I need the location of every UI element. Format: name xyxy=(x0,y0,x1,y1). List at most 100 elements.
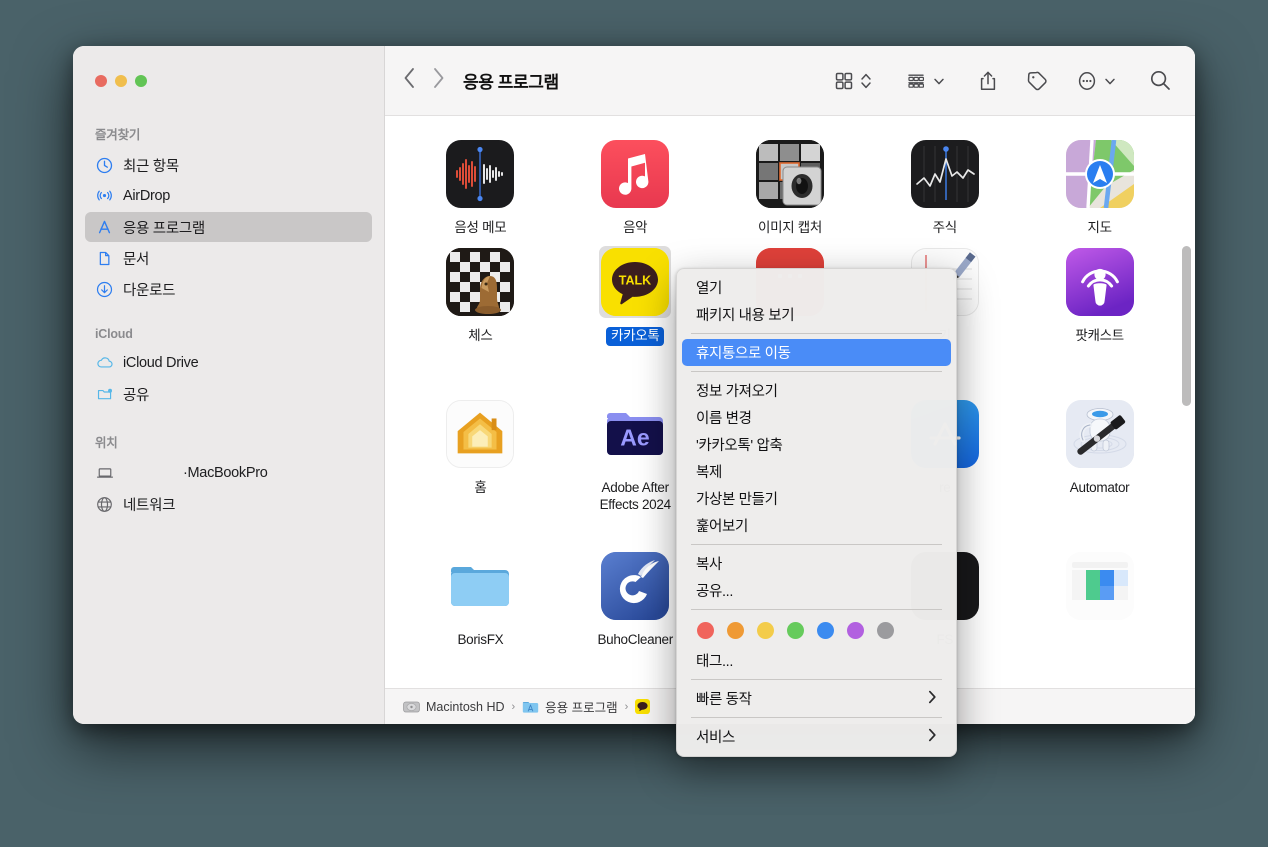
sidebar-item-icloud-drive[interactable]: iCloud Drive xyxy=(85,348,372,378)
path-item-applications[interactable]: 응용 프로그램 xyxy=(522,697,618,716)
file-label: Adobe After Effects 2024 xyxy=(599,480,672,512)
path-item-macintosh-hd[interactable]: Macintosh HD xyxy=(403,700,505,714)
icon-container xyxy=(1064,246,1136,318)
more-actions-icon[interactable] xyxy=(1075,69,1099,93)
menu-divider xyxy=(691,371,942,372)
search-icon[interactable] xyxy=(1148,68,1173,93)
sidebar-item-airdrop[interactable]: AirDrop xyxy=(85,181,372,211)
menu-item-label: 서비스 xyxy=(696,730,735,746)
menu-item-copy[interactable]: 복사 xyxy=(682,550,951,577)
menu-divider xyxy=(691,679,942,680)
file-item[interactable]: BorisFX xyxy=(403,542,558,688)
menu-item-compress[interactable]: '카카오톡' 압축 xyxy=(682,431,951,458)
share-icon[interactable] xyxy=(977,69,999,93)
sidebar-item-label: 다운로드 xyxy=(123,282,176,299)
finder-sidebar: 즐겨찾기 최근 항목 AirDrop 응용 프로그램 문서 다운로드 iClou… xyxy=(73,46,385,724)
group-by-control[interactable] xyxy=(904,70,945,92)
chess-app-icon xyxy=(446,248,515,316)
file-label: 홈 xyxy=(474,480,487,495)
sidebar-item-label: 네트워크 xyxy=(123,497,176,514)
file-label: BorisFX xyxy=(457,632,504,647)
sidebar-item-label: ·MacBookPro xyxy=(183,465,268,481)
sidebar-item-applications[interactable]: 응용 프로그램 xyxy=(85,212,372,242)
sidebar-item-label: 응용 프로그램 xyxy=(123,220,205,237)
chevron-updown-icon[interactable] xyxy=(860,70,872,92)
file-label: 주식 xyxy=(932,220,958,236)
sidebar-item-shared[interactable]: 공유 xyxy=(85,379,372,409)
menu-item-label: 훑어보기 xyxy=(696,519,748,535)
tag-color-gray[interactable] xyxy=(877,622,894,639)
sidebar-item-network[interactable]: 네트워크 xyxy=(85,489,372,519)
file-label: 지도 xyxy=(1087,220,1112,236)
file-item[interactable]: Automator xyxy=(1022,390,1177,542)
file-label: Automator xyxy=(1069,480,1130,495)
icon-container xyxy=(909,138,981,210)
menu-divider xyxy=(691,609,942,610)
menu-item-label: 공유... xyxy=(696,584,734,600)
group-by-icon[interactable] xyxy=(904,70,928,92)
file-item[interactable]: 음성 메모 xyxy=(403,116,558,238)
applications-icon xyxy=(95,218,114,237)
menu-item-quick-actions[interactable]: 빠른 동작 xyxy=(682,685,951,712)
menu-item-share[interactable]: 공유... xyxy=(682,577,951,604)
menu-item-quick-look[interactable]: 훑어보기 xyxy=(682,512,951,539)
menu-item-label: 가상본 만들기 xyxy=(696,492,778,508)
file-item[interactable]: 팟캐스트 xyxy=(1022,238,1177,390)
menu-item-make-alias[interactable]: 가상본 만들기 xyxy=(682,485,951,512)
menu-divider xyxy=(691,717,942,718)
path-item-kakaotalk[interactable] xyxy=(635,699,656,714)
svg-text:Ae: Ae xyxy=(620,425,649,451)
view-mode-control[interactable] xyxy=(833,70,872,92)
menu-item-label: 복제 xyxy=(696,465,722,481)
chevron-down-icon[interactable] xyxy=(1104,70,1116,92)
menu-item-get-info[interactable]: 정보 가져오기 xyxy=(682,377,951,404)
menu-item-label: 패키지 내용 보기 xyxy=(696,308,795,324)
window-title: 응용 프로그램 xyxy=(463,73,559,92)
file-item[interactable]: 체스 xyxy=(403,238,558,390)
tag-color-orange[interactable] xyxy=(727,622,744,639)
icon-container xyxy=(754,138,826,210)
menu-item-move-to-trash[interactable]: 휴지통으로 이동 xyxy=(682,339,951,366)
sidebar-item-recents[interactable]: 최근 항목 xyxy=(85,150,372,180)
automator-app-icon xyxy=(1065,400,1134,468)
minimize-button[interactable] xyxy=(115,75,127,87)
forward-button[interactable] xyxy=(432,67,445,94)
numbers-app-icon xyxy=(1065,552,1134,620)
icon-container xyxy=(444,398,516,470)
file-item[interactable]: 홈 xyxy=(403,390,558,542)
tag-color-yellow[interactable] xyxy=(757,622,774,639)
menu-item-services[interactable]: 서비스 xyxy=(682,723,951,750)
file-label: 음성 메모 xyxy=(454,220,507,236)
menu-item-show-package-contents[interactable]: 패키지 내용 보기 xyxy=(682,301,951,328)
grid-view-icon[interactable] xyxy=(833,70,855,92)
menu-item-tags[interactable]: 태그... xyxy=(682,647,951,674)
icon-container xyxy=(599,550,671,622)
sidebar-item-macbookpro[interactable]: ·MacBookPro xyxy=(85,458,372,488)
tag-color-purple[interactable] xyxy=(847,622,864,639)
more-actions-control[interactable] xyxy=(1075,69,1116,93)
sidebar-item-documents[interactable]: 문서 xyxy=(85,243,372,273)
menu-item-label: 태그... xyxy=(696,654,734,670)
menu-item-open[interactable]: 열기 xyxy=(682,274,951,301)
file-item[interactable] xyxy=(1022,542,1177,688)
file-item[interactable]: 주식 xyxy=(867,116,1022,238)
menu-item-rename[interactable]: 이름 변경 xyxy=(682,404,951,431)
back-button[interactable] xyxy=(403,67,416,94)
menu-divider xyxy=(691,333,942,334)
sidebar-item-downloads[interactable]: 다운로드 xyxy=(85,274,372,304)
tag-color-green[interactable] xyxy=(787,622,804,639)
chevron-down-icon[interactable] xyxy=(933,70,945,92)
navigation-buttons xyxy=(403,67,445,94)
tag-color-blue[interactable] xyxy=(817,622,834,639)
menu-item-duplicate[interactable]: 복제 xyxy=(682,458,951,485)
close-button[interactable] xyxy=(95,75,107,87)
vertical-scrollbar[interactable] xyxy=(1182,246,1191,406)
tag-color-red[interactable] xyxy=(697,622,714,639)
zoom-button[interactable] xyxy=(135,75,147,87)
file-item[interactable]: 음악 xyxy=(558,116,713,238)
file-label: 팟캐스트 xyxy=(1075,328,1124,343)
path-separator: › xyxy=(511,700,516,713)
tag-icon[interactable] xyxy=(1025,69,1049,93)
file-item[interactable]: 이미지 캡처 xyxy=(713,116,868,238)
file-item[interactable]: 지도 xyxy=(1022,116,1177,238)
